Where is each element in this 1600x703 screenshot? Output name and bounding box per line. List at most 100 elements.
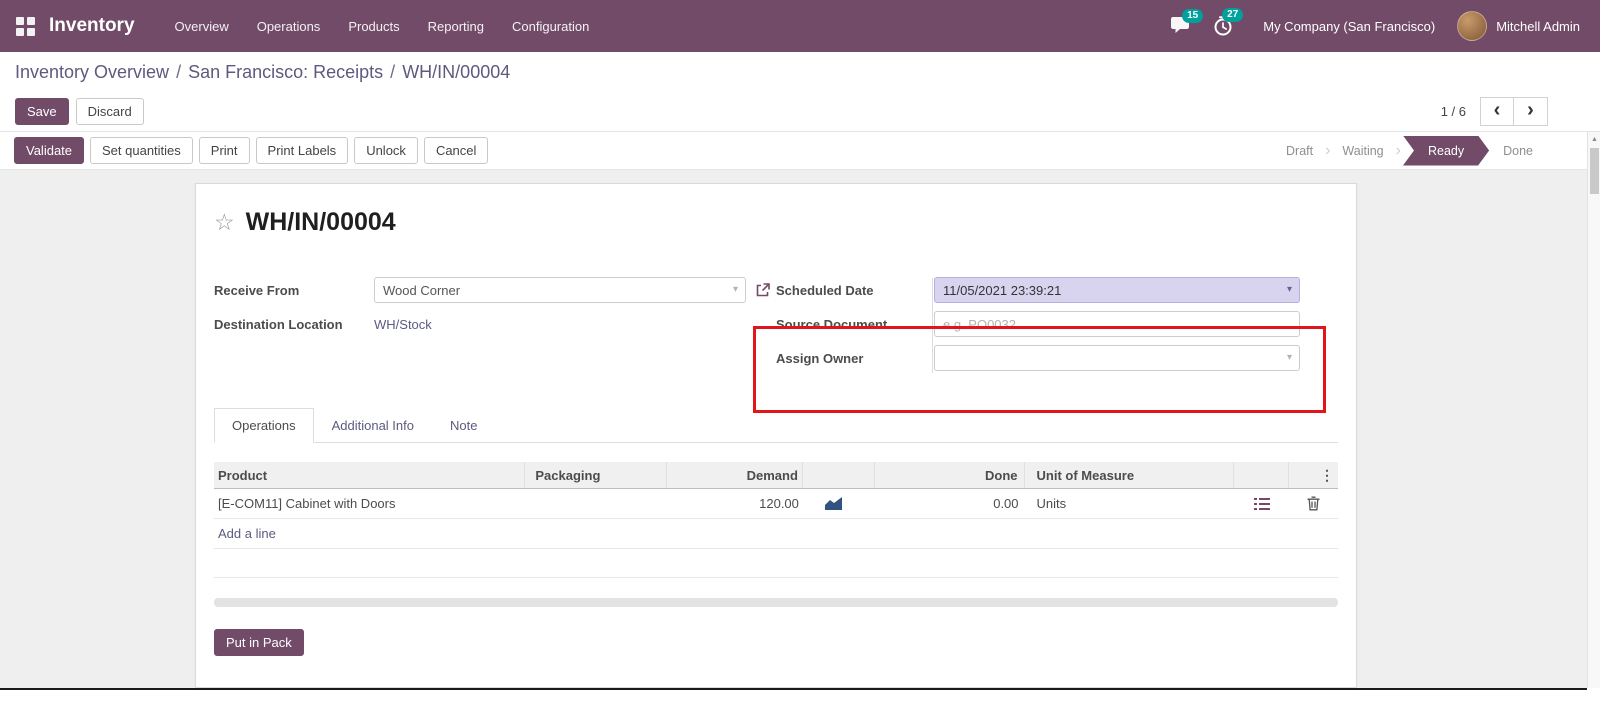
table-horizontal-scrollbar[interactable] <box>214 598 1338 607</box>
source-document-input[interactable] <box>934 311 1300 337</box>
validate-button[interactable]: Validate <box>14 137 85 164</box>
scheduled-date-value: 11/05/2021 23:39:21 <box>943 282 1062 298</box>
menu-item-operations[interactable]: Operations <box>243 0 335 52</box>
cell-unit-of-measure: Units <box>1036 496 1067 511</box>
state-draft: Draft <box>1286 143 1314 158</box>
scrollbar-thumb[interactable] <box>1590 148 1599 194</box>
destination-location-row: Destination Location WH/Stock <box>214 311 776 337</box>
scheduled-date-row: Scheduled Date 11/05/2021 23:39:21 ▾ <box>776 277 1338 303</box>
company-switcher[interactable]: My Company (San Francisco) <box>1263 19 1435 34</box>
header-buttons-spacer <box>1234 462 1290 488</box>
messages-count-badge: 15 <box>1182 9 1204 23</box>
print-labels-button[interactable]: Print Labels <box>255 137 349 164</box>
receive-from-field[interactable]: Wood Corner ▾ <box>374 277 746 303</box>
pager-next-button[interactable]: › <box>1514 97 1548 126</box>
pager-count: 1 / 6 <box>1440 104 1466 119</box>
notebook-tabs: Operations Additional Info Note <box>214 408 1338 443</box>
menu-item-overview[interactable]: Overview <box>161 0 243 52</box>
chevron-down-icon[interactable]: ▾ <box>733 284 738 295</box>
breadcrumb-row: Inventory Overview / San Francisco: Receip… <box>0 52 1600 92</box>
form-fields: Receive From Wood Corner ▾ Destination L… <box>196 237 1356 379</box>
add-line-row: Add a line <box>214 519 1338 549</box>
header-done[interactable]: Done <box>875 462 1025 488</box>
header-demand[interactable]: Demand <box>667 462 803 488</box>
record-pager: 1 / 6 ‹ › <box>1441 97 1548 126</box>
activities-count-badge: 27 <box>1222 8 1244 22</box>
header-product[interactable]: Product <box>214 462 526 488</box>
sheet-title-block: ☆ WH/IN/00004 <box>196 184 1356 237</box>
header-packaging[interactable]: Packaging <box>525 462 668 488</box>
breadcrumb-receipts[interactable]: San Francisco: Receipts <box>188 62 383 82</box>
cell-done: 0.00 <box>993 496 1019 511</box>
cell-detailed-operations <box>1234 489 1289 518</box>
receive-from-label: Receive From <box>214 282 300 298</box>
cell-demand: 120.00 <box>759 496 799 511</box>
favorite-star-icon[interactable]: ☆ <box>214 211 235 234</box>
menu-item-configuration[interactable]: Configuration <box>498 0 603 52</box>
menu-item-products[interactable]: Products <box>334 0 413 52</box>
form-right-column: Scheduled Date 11/05/2021 23:39:21 ▾ Sou… <box>776 277 1338 379</box>
assign-owner-field[interactable]: ▾ <box>934 345 1300 371</box>
table-footer: Put in Pack <box>214 629 1338 656</box>
assign-owner-row: Assign Owner ▾ <box>776 345 1338 371</box>
external-link-icon[interactable] <box>755 282 770 298</box>
chevron-down-icon[interactable]: ▾ <box>1287 284 1292 295</box>
scheduled-date-field[interactable]: 11/05/2021 23:39:21 ▾ <box>934 277 1300 303</box>
apps-menu-icon[interactable] <box>16 16 35 36</box>
messages-menu-button[interactable]: 15 <box>1171 9 1204 35</box>
set-quantities-button[interactable]: Set quantities <box>90 137 193 164</box>
header-unit-of-measure[interactable]: Unit of Measure <box>1025 462 1235 488</box>
unlock-button[interactable]: Unlock <box>354 137 418 164</box>
pager-buttons: ‹ › <box>1480 97 1548 126</box>
table-empty-row <box>214 549 1338 578</box>
control-panel: Save Discard 1 / 6 ‹ › <box>0 92 1600 132</box>
cell-product: [E-COM11] Cabinet with Doors <box>218 496 396 511</box>
table-row[interactable]: [E-COM11] Cabinet with Doors 120.00 0.00… <box>214 489 1338 519</box>
detailed-operations-icon[interactable] <box>1253 497 1270 510</box>
tab-additional-info[interactable]: Additional Info <box>314 408 432 443</box>
add-a-line-link[interactable]: Add a line <box>214 526 276 541</box>
source-document-label: Source Document <box>776 316 888 332</box>
cell-delete <box>1289 489 1338 518</box>
state-waiting: Waiting <box>1342 143 1384 158</box>
user-avatar[interactable] <box>1457 11 1488 41</box>
breadcrumb-separator: / <box>390 61 396 82</box>
content-area: ☆ WH/IN/00004 Receive From Wood Corner ▾ <box>0 170 1587 688</box>
trash-icon[interactable] <box>1307 496 1320 511</box>
app-name[interactable]: Inventory <box>49 15 135 37</box>
form-sheet: ☆ WH/IN/00004 Receive From Wood Corner ▾ <box>195 183 1357 688</box>
main-menu: Overview Operations Products Reporting C… <box>161 0 604 52</box>
tab-note[interactable]: Note <box>432 408 495 443</box>
pager-previous-button[interactable]: ‹ <box>1480 97 1514 126</box>
destination-location-value[interactable]: WH/Stock <box>374 317 432 332</box>
discard-button[interactable]: Discard <box>75 98 144 125</box>
forecast-chart-icon[interactable] <box>824 497 842 510</box>
tab-operations[interactable]: Operations <box>214 408 314 443</box>
header-graph-spacer <box>803 462 875 488</box>
save-button[interactable]: Save <box>15 98 69 125</box>
menu-item-reporting[interactable]: Reporting <box>414 0 498 52</box>
window-bottom-edge <box>0 688 1587 690</box>
status-pipeline: Draft › Waiting › Ready Done <box>1274 136 1545 166</box>
form-left-column: Receive From Wood Corner ▾ Destination L… <box>214 277 776 379</box>
cancel-button[interactable]: Cancel <box>423 137 489 164</box>
user-menu[interactable]: Mitchell Admin <box>1496 19 1580 34</box>
table-header: Product Packaging Demand Done Unit of Me… <box>214 462 1338 489</box>
vertical-scrollbar[interactable]: ▲ <box>1587 132 1600 688</box>
top-navbar: Inventory Overview Operations Products R… <box>0 0 1600 52</box>
receive-from-row: Receive From Wood Corner ▾ <box>214 277 776 303</box>
activities-menu-button[interactable]: 27 <box>1213 8 1244 36</box>
source-document-row: Source Document <box>776 311 1338 337</box>
assign-owner-label: Assign Owner <box>776 350 864 366</box>
chevron-right-icon: › <box>1527 99 1534 121</box>
receive-from-value: Wood Corner <box>383 282 461 298</box>
cell-forecast <box>803 489 875 518</box>
print-button[interactable]: Print <box>198 137 250 164</box>
put-in-pack-button[interactable]: Put in Pack <box>214 629 304 656</box>
chevron-left-icon: ‹ <box>1493 99 1501 121</box>
breadcrumb-inventory-overview[interactable]: Inventory Overview <box>15 62 169 82</box>
scrollbar-up-arrow-icon[interactable]: ▲ <box>1591 136 1598 143</box>
statusbar: Validate Set quantities Print Print Labe… <box>0 132 1600 170</box>
optional-columns-icon[interactable]: ⋮ <box>1320 467 1334 484</box>
chevron-down-icon[interactable]: ▾ <box>1287 352 1292 363</box>
